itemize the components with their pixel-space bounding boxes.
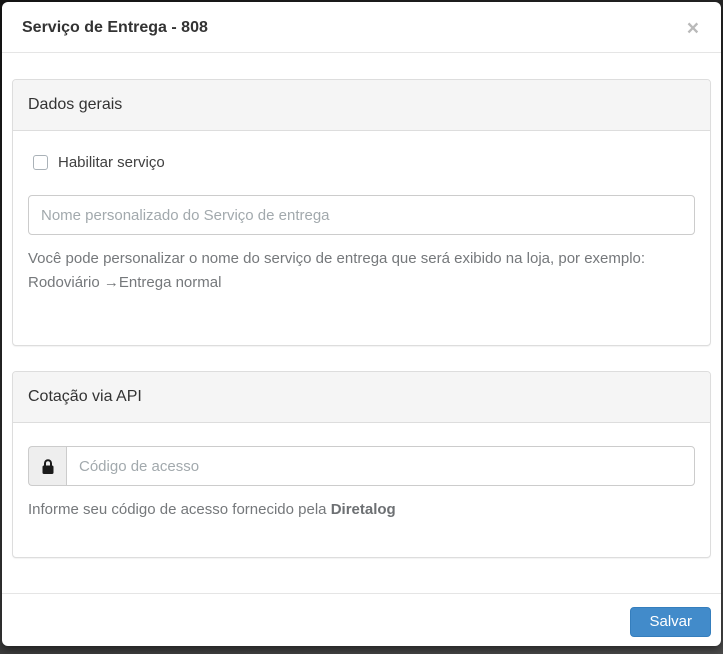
access-code-help-text: Informe seu código de acesso fornecido p… [28,501,331,518]
lock-icon-addon [28,446,66,486]
api-panel-body: Informe seu código de acesso fornecido p… [13,423,710,557]
api-panel-heading: Cotação via API [13,372,710,423]
delivery-service-modal: Serviço de Entrega - 808 × Dados gerais … [2,2,721,646]
enable-service-checkbox-row[interactable]: Habilitar serviço [33,154,695,171]
close-icon[interactable]: × [683,16,703,41]
general-panel-body: Habilitar serviço Você pode personalizar… [13,131,710,345]
modal-body: Dados gerais Habilitar serviço Você pode… [2,53,721,593]
enable-service-checkbox[interactable] [33,155,48,170]
custom-name-input[interactable] [28,195,695,235]
save-button[interactable]: Salvar [630,607,711,637]
access-code-help: Informe seu código de acesso fornecido p… [28,498,695,522]
modal-backdrop: { "modal": { "title": "Serviço de Entreg… [0,0,723,654]
general-panel-heading: Dados gerais [13,80,710,131]
modal-header: Serviço de Entrega - 808 × [2,2,721,53]
access-code-input-group [28,446,695,486]
enable-service-label: Habilitar serviço [58,154,165,171]
custom-name-help: Você pode personalizar o nome do serviço… [28,247,695,295]
access-code-help-provider: Diretalog [331,501,396,518]
lock-icon [41,458,55,475]
api-quote-panel: Cotação via API Informe seu código de ac… [12,371,711,558]
general-data-panel: Dados gerais Habilitar serviço Você pode… [12,79,711,346]
access-code-input[interactable] [66,446,695,486]
modal-title: Serviço de Entrega - 808 [22,17,701,39]
modal-footer: Salvar [2,593,721,646]
